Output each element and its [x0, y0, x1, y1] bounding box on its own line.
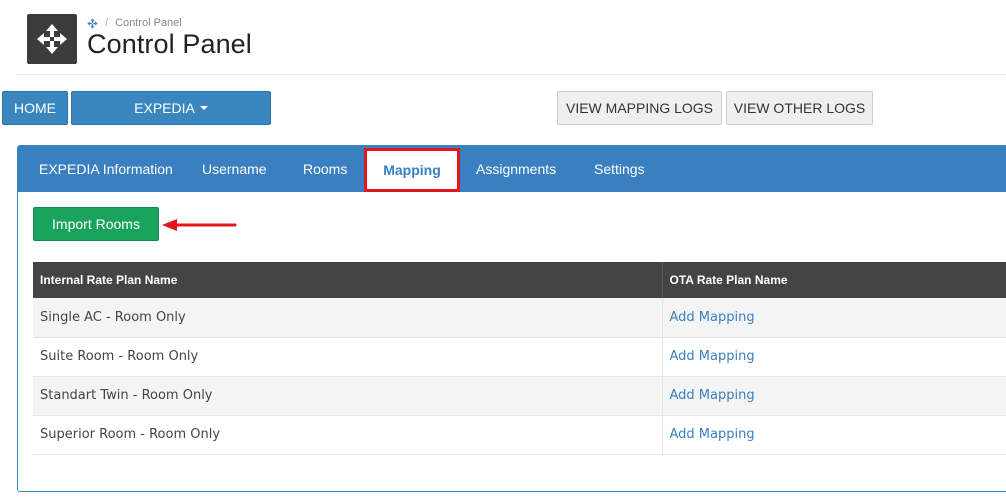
tab-assignments[interactable]: Assignments	[476, 146, 556, 192]
tab-bar: EXPEDIA Information Username Rooms Mappi…	[18, 146, 1006, 192]
add-mapping-link[interactable]: Add Mapping	[670, 349, 755, 364]
tab-mapping[interactable]: Mapping	[364, 148, 460, 192]
app-icon-move	[27, 14, 77, 64]
import-rooms-button[interactable]: Import Rooms	[33, 207, 159, 241]
tab-rooms[interactable]: Rooms	[303, 146, 347, 192]
expedia-dropdown-button[interactable]: EXPEDIA	[71, 91, 271, 125]
add-mapping-link[interactable]: Add Mapping	[670, 310, 755, 325]
ota-rate-plan-cell: Add Mapping	[662, 376, 1006, 416]
internal-rate-plan-cell: Superior Room - Room Only	[33, 415, 663, 455]
move-arrows-icon	[37, 24, 67, 54]
ota-rate-plan-cell: Add Mapping	[662, 298, 1006, 338]
breadcrumb-current: Control Panel	[115, 17, 182, 29]
home-button[interactable]: HOME	[2, 91, 68, 125]
internal-rate-plan-cell: Single AC - Room Only	[33, 298, 663, 338]
rate-plan-mapping-table: Internal Rate Plan Name OTA Rate Plan Na…	[33, 262, 1006, 455]
table-header-row: Internal Rate Plan Name OTA Rate Plan Na…	[33, 262, 1006, 298]
internal-rate-plan-cell: Standart Twin - Room Only	[33, 376, 663, 416]
tab-settings[interactable]: Settings	[594, 146, 645, 192]
column-header-ota-rate-plan: OTA Rate Plan Name	[662, 262, 1006, 298]
mapping-panel: EXPEDIA Information Username Rooms Mappi…	[17, 145, 1006, 492]
table-row: Suite Room - Room Only Add Mapping	[33, 337, 1006, 377]
page-title: Control Panel	[87, 29, 252, 59]
header-divider	[16, 74, 1006, 75]
view-other-logs-button[interactable]: VIEW OTHER LOGS	[726, 91, 873, 125]
view-mapping-logs-button[interactable]: VIEW MAPPING LOGS	[557, 91, 722, 125]
internal-rate-plan-cell: Suite Room - Room Only	[33, 337, 663, 377]
ota-rate-plan-cell: Add Mapping	[662, 415, 1006, 455]
add-mapping-link[interactable]: Add Mapping	[670, 427, 755, 442]
table-row: Superior Room - Room Only Add Mapping	[33, 415, 1006, 455]
breadcrumb-separator: /	[105, 17, 109, 29]
table-row: Single AC - Room Only Add Mapping	[33, 298, 1006, 338]
table-row: Standart Twin - Room Only Add Mapping	[33, 376, 1006, 416]
arrow-left-icon	[162, 219, 237, 231]
expedia-dropdown-label: EXPEDIA	[134, 100, 195, 116]
tab-expedia-information[interactable]: EXPEDIA Information	[39, 146, 173, 192]
breadcrumb-move-icon[interactable]	[87, 17, 98, 29]
column-header-internal-rate-plan: Internal Rate Plan Name	[33, 262, 663, 298]
ota-rate-plan-cell: Add Mapping	[662, 337, 1006, 377]
tab-username[interactable]: Username	[202, 146, 267, 192]
caret-down-icon	[199, 106, 208, 110]
add-mapping-link[interactable]: Add Mapping	[670, 388, 755, 403]
